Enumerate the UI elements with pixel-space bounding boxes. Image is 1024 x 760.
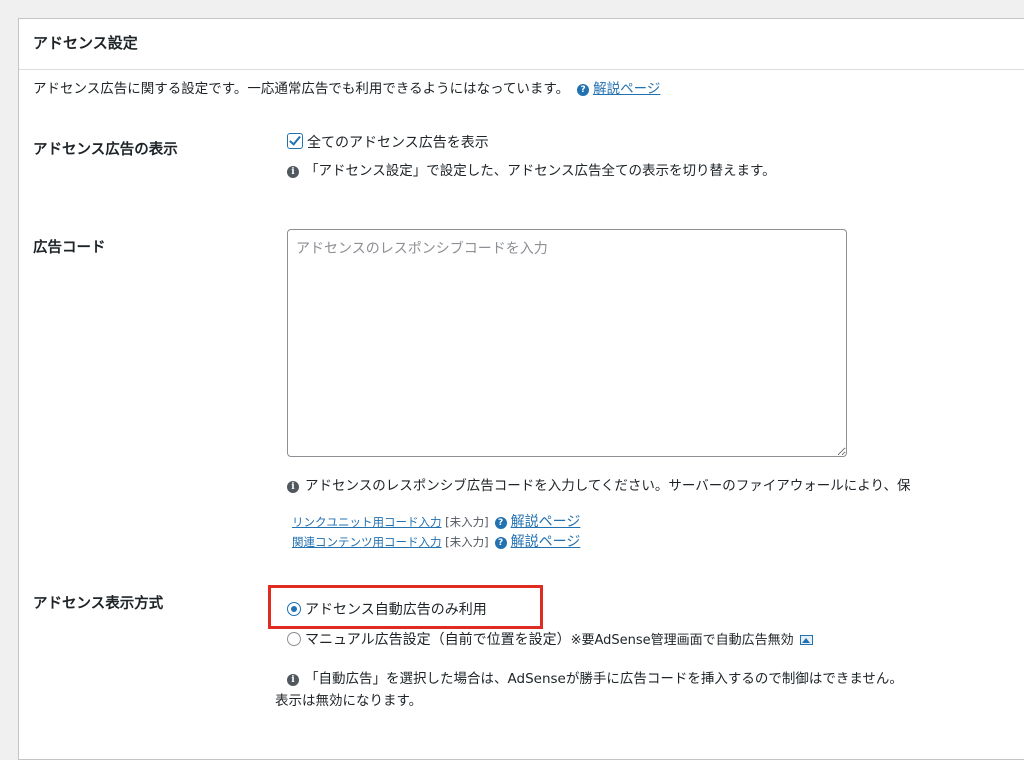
manual-ads-label[interactable]: マニュアル広告設定（自前で位置を設定） (305, 632, 571, 648)
display-method-note-line1: 「自動広告」を選択した場合は、AdSenseが勝手に広告コードを挿入するので制御… (305, 671, 903, 687)
link-unit-row: リンクユニット用コード入力 [未入力]? 解説ページ (292, 511, 580, 531)
display-setting-note-text: 「アドセンス設定」で設定した、アドセンス広告全ての表示を切り替えます。 (305, 163, 776, 179)
related-content-status: [未入力] (445, 535, 489, 549)
image-icon[interactable] (799, 635, 813, 645)
info-icon: i (287, 166, 299, 178)
display-method-note: i 「自動広告」を選択した場合は、AdSenseが勝手に広告コードを挿入するので制… (287, 667, 903, 687)
manual-ads-option[interactable]: マニュアル広告設定（自前で位置を設定）※要AdSense管理画面で自動広告無効 (287, 629, 813, 649)
section-title: アドセンス設定 (33, 34, 138, 52)
ad-code-note: i アドセンスのレスポンシブ広告コードを入力してください。サーバーのファイアウォー… (287, 474, 910, 494)
related-content-code-link[interactable]: 関連コンテンツ用コード入力 (292, 535, 442, 549)
link-unit-code-link[interactable]: リンクユニット用コード入力 (292, 515, 442, 529)
ad-code-note-text: アドセンスのレスポンシブ広告コードを入力してください。サーバーのファイアウォール… (305, 478, 911, 494)
manual-ads-suffix: ※要AdSense管理画面で自動広告無効 (570, 633, 794, 648)
manual-ads-radio[interactable] (287, 632, 301, 646)
link-unit-status: [未入力] (445, 515, 489, 529)
show-all-ads-option[interactable]: 全てのアドセンス広告を表示 (287, 132, 489, 152)
display-setting-label: アドセンス広告の表示 (33, 142, 178, 158)
show-all-ads-label[interactable]: 全てのアドセンス広告を表示 (307, 135, 489, 151)
adsense-settings-panel: アドセンス設定 アドセンス広告に関する設定です。一応通常広告でも利用できるように… (18, 18, 1024, 760)
display-method-note-line2: 表示は無効になります。 (275, 693, 423, 709)
auto-ads-radio[interactable] (287, 602, 301, 616)
help-icon: ? (577, 84, 590, 96)
section-description-text: アドセンス広告に関する設定です。一応通常広告でも利用できるようにはなっています。 (33, 81, 570, 97)
section-divider (19, 69, 1024, 70)
show-all-ads-checkbox[interactable] (287, 133, 303, 149)
section-description: アドセンス広告に関する設定です。一応通常広告でも利用できるようにはなっています。… (33, 77, 660, 97)
auto-ads-option[interactable]: アドセンス自動広告のみ利用 (287, 599, 487, 619)
help-link[interactable]: 解説ページ (593, 81, 660, 97)
info-icon: i (287, 481, 299, 493)
auto-ads-label[interactable]: アドセンス自動広告のみ利用 (305, 602, 487, 618)
help-icon: ? (494, 537, 507, 549)
link-unit-help-link[interactable]: 解説ページ (511, 514, 581, 530)
help-icon: ? (494, 517, 507, 529)
ad-code-label: 広告コード (33, 240, 106, 256)
info-icon: i (287, 674, 299, 686)
display-method-label: アドセンス表示方式 (33, 596, 164, 612)
display-setting-note: i 「アドセンス設定」で設定した、アドセンス広告全ての表示を切り替えます。 (287, 159, 776, 179)
related-content-row: 関連コンテンツ用コード入力 [未入力]? 解説ページ (292, 531, 580, 551)
ad-code-textarea[interactable] (287, 229, 847, 457)
related-content-help-link[interactable]: 解説ページ (511, 534, 581, 550)
